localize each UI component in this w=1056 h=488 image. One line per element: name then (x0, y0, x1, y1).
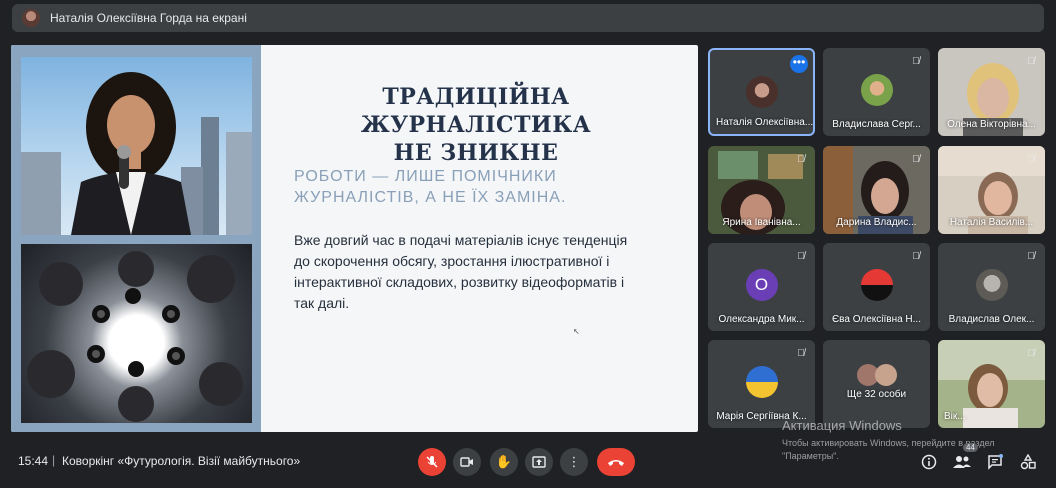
more-options-icon[interactable]: ••• (790, 55, 808, 73)
participant-name: Наталія Василів... (949, 217, 1034, 228)
meeting-details-button[interactable] (918, 452, 940, 472)
chat-icon (988, 454, 1003, 470)
separator: | (52, 453, 56, 467)
people-count-badge: 44 (963, 443, 978, 452)
participant-tile[interactable]: О 🎙̸ Олександра Мик... (708, 243, 815, 331)
mic-off-icon: 🎙̸ (797, 251, 805, 262)
participant-tile[interactable]: 🎙̸ Владислав Олек... (938, 243, 1045, 331)
participant-avatar (975, 269, 1008, 301)
camera-toggle-button[interactable] (453, 448, 481, 476)
chat-button[interactable] (984, 452, 1006, 472)
end-call-button[interactable] (597, 448, 635, 476)
participant-tile[interactable]: 🎙̸ Олена Вікторівна... (938, 48, 1045, 136)
present-icon (532, 456, 546, 468)
mic-off-icon: 🎙̸ (1027, 56, 1035, 67)
participant-name: Владислав Олек... (948, 314, 1035, 325)
reporter-photo (21, 57, 252, 235)
people-button[interactable] (951, 452, 973, 472)
mic-off-icon: 🎙̸ (1027, 154, 1035, 165)
participant-avatar (860, 269, 893, 301)
participant-initial-avatar: О (745, 269, 778, 301)
mic-off-icon: 🎙̸ (1027, 348, 1035, 359)
participant-tile[interactable]: ••• Наталія Олексіївна... (708, 48, 815, 136)
participant-avatar (860, 74, 893, 106)
info-icon (921, 454, 937, 470)
camera-icon (460, 457, 473, 467)
participant-name: Єва Олексіївна Н... (831, 314, 921, 325)
clock: 15:44 (18, 454, 49, 468)
participant-tile[interactable]: 🎙̸ Дарина Владис... (823, 146, 930, 234)
end-call-icon (608, 460, 624, 466)
meeting-title: Коворкінг «Футурологія. Візії майбутньог… (62, 454, 301, 468)
presenter-banner: Наталія Олексіївна Горда на екрані (12, 4, 1044, 32)
participant-name: Вік... (944, 411, 966, 422)
participant-name: Олександра Мик... (718, 314, 805, 325)
slide-heading-line1: ТРАДИЦІЙНА ЖУРНАЛІСТИКА (360, 84, 592, 138)
windows-activation-title: Активация Windows (782, 418, 902, 433)
participant-tile[interactable]: 🎙̸ Вік... (938, 340, 1045, 428)
participant-name: Олена Вікторівна... (947, 119, 1036, 130)
participant-name: Наталія Олексіївна... (716, 117, 813, 128)
slide-heading: ТРАДИЦІЙНА ЖУРНАЛІСТИКА НЕ ЗНИКНЕ (291, 83, 661, 167)
more-options-button[interactable]: ⋮ (560, 448, 588, 476)
participant-avatar (745, 76, 778, 108)
slide-subheading: РОБОТИ — ЛИШЕ ПОМІЧНИКИ ЖУРНАЛІСТІВ, А Н… (294, 168, 567, 206)
more-vert-icon: ⋮ (567, 454, 581, 469)
mic-off-icon: 🎙̸ (912, 56, 920, 67)
more-participants-label: Ще 32 особи (846, 389, 907, 400)
press-photo (21, 244, 252, 423)
participant-avatar (745, 366, 778, 398)
slide-content: ТРАДИЦІЙНА ЖУРНАЛІСТИКА НЕ ЗНИКНЕ РОБОТИ… (261, 45, 698, 432)
activities-icon (1020, 454, 1036, 470)
participant-tile[interactable]: 🎙̸ Ярина Іванівна... (708, 146, 815, 234)
present-button[interactable] (525, 448, 553, 476)
presentation-slide: ТРАДИЦІЙНА ЖУРНАЛІСТИКА НЕ ЗНИКНЕ РОБОТИ… (11, 45, 698, 432)
mic-off-icon: 🎙̸ (912, 251, 920, 262)
mic-off-icon: 🎙̸ (1027, 251, 1035, 262)
participant-tile[interactable]: 🎙̸ Владислава Серг... (823, 48, 930, 136)
participant-name: Дарина Владис... (836, 217, 917, 228)
mic-off-icon (426, 456, 438, 468)
presenter-title: Наталія Олексіївна Горда на екрані (50, 11, 247, 25)
slide-heading-line2: НЕ ЗНИКНЕ (393, 140, 559, 166)
people-icon (953, 456, 971, 468)
participant-tile[interactable]: 🎙̸ Єва Олексіївна Н... (823, 243, 930, 331)
more-participants-tile[interactable]: Ще 32 особи (823, 340, 930, 428)
participant-avatar (875, 364, 897, 386)
activities-button[interactable] (1017, 452, 1039, 472)
participant-tile[interactable]: 🎙̸ Марія Сергіївна К... (708, 340, 815, 428)
mic-off-icon: 🎙̸ (797, 348, 805, 359)
raise-hand-button[interactable]: ✋ (490, 448, 518, 476)
participant-name: Ярина Іванівна... (722, 217, 801, 228)
slide-body-text: Вже довгий час в подачі матеріалів існує… (294, 232, 628, 311)
mic-off-icon: 🎙̸ (797, 154, 805, 165)
participant-tile[interactable]: 🎙̸ Наталія Василів... (938, 146, 1045, 234)
mic-toggle-button[interactable] (418, 448, 446, 476)
presenter-avatar (22, 9, 40, 27)
mic-off-icon: 🎙̸ (912, 154, 920, 165)
mouse-cursor-icon: ↖ (573, 327, 580, 336)
raise-hand-icon: ✋ (495, 454, 513, 469)
participant-name: Владислава Серг... (832, 119, 921, 130)
slide-image-panel (11, 45, 261, 432)
